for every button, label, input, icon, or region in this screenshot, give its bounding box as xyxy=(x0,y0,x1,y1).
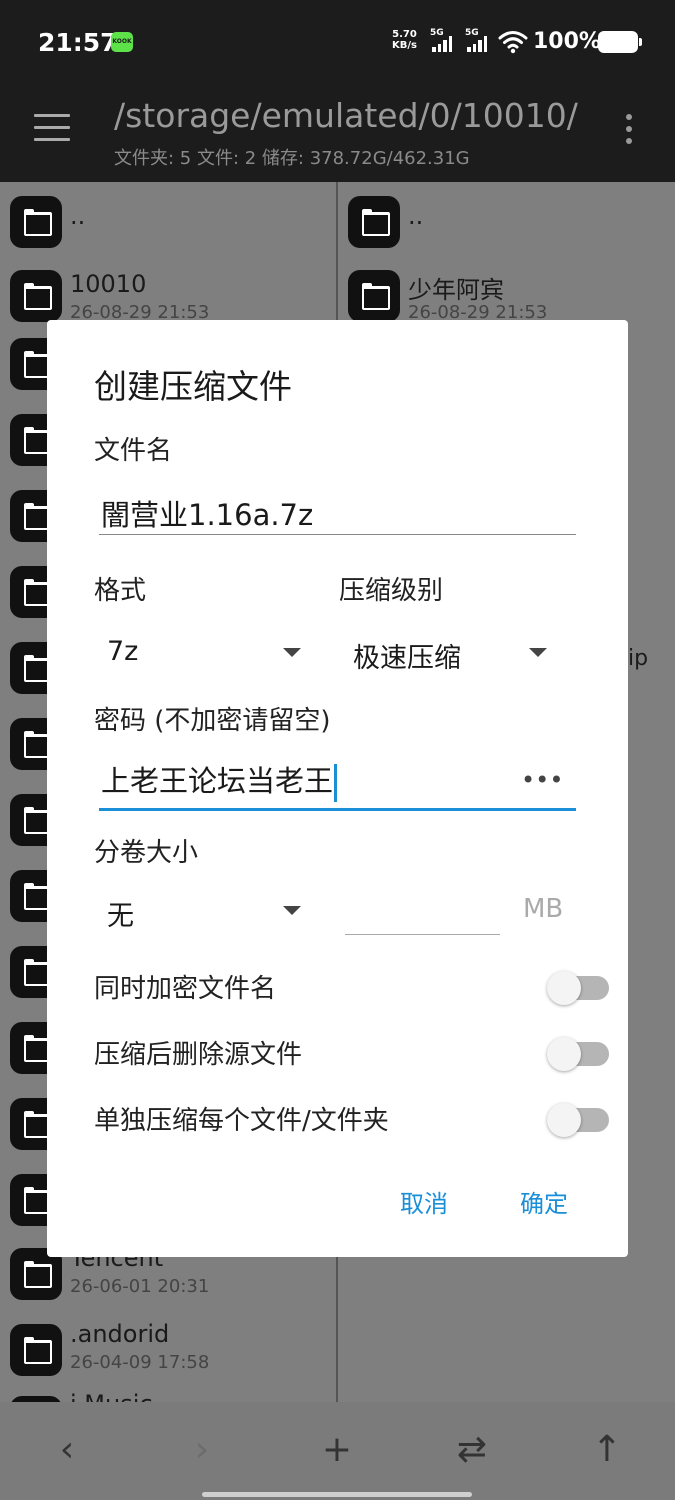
file-date: 26-04-09 17:58 xyxy=(70,1352,210,1373)
password-underline xyxy=(99,808,576,811)
list-item[interactable]: .. xyxy=(338,188,675,263)
format-select[interactable]: 7z xyxy=(107,632,307,676)
toggle-row-delete-source[interactable]: 压缩后删除源文件 xyxy=(94,1028,609,1078)
battery-percent: 100% xyxy=(533,29,601,54)
dialog-title: 创建压缩文件 xyxy=(94,367,292,406)
file-name: i.Music xyxy=(70,1390,153,1402)
filename-label: 文件名 xyxy=(94,436,173,466)
encrypt-names-switch[interactable] xyxy=(547,971,609,1005)
folder-icon xyxy=(348,196,400,248)
list-item[interactable]: .. xyxy=(0,188,336,263)
file-name: .andorid xyxy=(70,1320,170,1348)
separate-archives-switch[interactable] xyxy=(547,1103,609,1137)
status-time: 21:57 xyxy=(38,28,118,57)
volume-label: 分卷大小 xyxy=(94,838,199,868)
network-speed-unit: KB/s xyxy=(392,40,417,51)
partial-file-name: ip xyxy=(628,646,649,671)
battery-icon xyxy=(598,31,642,53)
filename-underline xyxy=(99,534,576,535)
bottom-nav-bar: ‹ › + ⇄ ↑ xyxy=(0,1402,675,1500)
chevron-down-icon xyxy=(529,648,547,657)
volume-size-underline xyxy=(345,934,500,935)
show-password-icon[interactable]: ••• xyxy=(521,766,563,794)
list-item[interactable]: .andorid 26-04-09 17:58 xyxy=(0,1318,336,1393)
status-bar: 21:57 KOOK 5.70 KB/s 5G 5G 100% xyxy=(0,0,675,82)
chevron-down-icon xyxy=(283,906,301,915)
text-cursor xyxy=(334,764,338,802)
password-label: 密码 (不加密请留空) xyxy=(94,706,331,736)
file-name: 少年阿宾 xyxy=(408,276,504,304)
level-value: 极速压缩 xyxy=(353,643,461,674)
filename-value: 闇营业1.16a.7z xyxy=(101,498,314,532)
cancel-button[interactable]: 取消 xyxy=(400,1184,448,1219)
toggle-row-separate-archives[interactable]: 单独压缩每个文件/文件夹 xyxy=(94,1094,609,1144)
toggle-row-encrypt-names[interactable]: 同时加密文件名 xyxy=(94,962,609,1012)
network-speed: 5.70 KB/s xyxy=(392,29,417,51)
format-value: 7z xyxy=(107,636,139,667)
forward-button[interactable]: › xyxy=(182,1430,222,1470)
filename-field[interactable]: 闇营业1.16a.7z xyxy=(101,488,576,538)
file-date: 26-06-01 20:31 xyxy=(70,1276,210,1297)
wifi-icon xyxy=(498,31,528,54)
ok-button[interactable]: 确定 xyxy=(520,1184,568,1219)
format-label: 格式 xyxy=(94,576,147,606)
add-button[interactable]: + xyxy=(317,1430,357,1470)
folder-icon xyxy=(10,196,62,248)
delete-source-switch[interactable] xyxy=(547,1037,609,1071)
create-archive-dialog: 创建压缩文件 文件名 闇营业1.16a.7z 格式 压缩级别 7z 极速压缩 密… xyxy=(47,320,628,1257)
storage-info: 文件夹: 5 文件: 2 储存: 378.72G/462.31G xyxy=(114,148,470,169)
folder-icon xyxy=(348,270,400,322)
folder-icon xyxy=(10,1324,62,1376)
menu-icon[interactable] xyxy=(34,114,70,142)
more-options-icon[interactable] xyxy=(622,114,636,148)
network-speed-value: 5.70 xyxy=(392,29,417,40)
separate-archives-label: 单独压缩每个文件/文件夹 xyxy=(94,1106,389,1136)
file-name: 10010 xyxy=(70,270,147,298)
level-select[interactable]: 极速压缩 xyxy=(353,632,553,676)
volume-select[interactable]: 无 xyxy=(107,892,307,936)
app-toolbar: /storage/emulated/0/10010/ 文件夹: 5 文件: 2 … xyxy=(0,82,675,182)
back-button[interactable]: ‹ xyxy=(47,1430,87,1470)
file-name: .. xyxy=(408,202,424,230)
volume-value: 无 xyxy=(107,901,134,932)
volume-unit: MB xyxy=(523,894,564,924)
kook-app-icon: KOOK xyxy=(111,32,133,52)
level-label: 压缩级别 xyxy=(339,576,444,606)
current-path: /storage/emulated/0/10010/ xyxy=(114,96,578,135)
home-indicator[interactable] xyxy=(202,1492,472,1497)
password-value: 上老王论坛当老王 xyxy=(101,764,334,798)
volume-size-input[interactable] xyxy=(345,892,500,934)
delete-source-label: 压缩后删除源文件 xyxy=(94,1040,303,1070)
file-name: .. xyxy=(70,202,86,230)
encrypt-names-label: 同时加密文件名 xyxy=(94,974,277,1004)
chevron-down-icon xyxy=(283,648,301,657)
password-field[interactable]: 上老王论坛当老王 xyxy=(101,756,521,806)
parent-folder-button[interactable]: ↑ xyxy=(587,1430,627,1470)
swap-panes-button[interactable]: ⇄ xyxy=(452,1430,492,1470)
folder-icon xyxy=(10,270,62,322)
list-item[interactable]: i.Music xyxy=(0,1390,336,1402)
